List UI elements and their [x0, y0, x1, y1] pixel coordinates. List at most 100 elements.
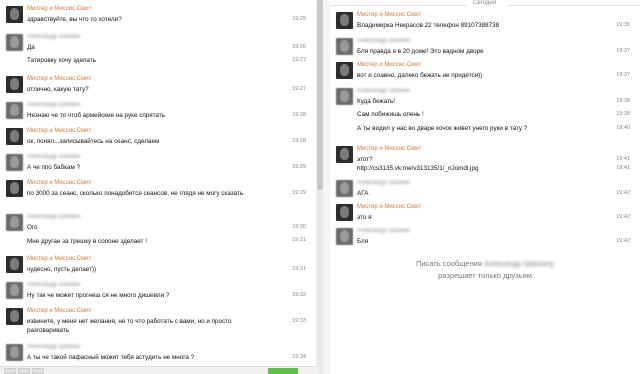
message-time: 19:27 [292, 86, 306, 92]
message-text: Владимирка Некрасов 22 телефон 891073887… [357, 22, 500, 29]
message-time: 19:42 [616, 190, 630, 196]
message-text: АГА [357, 190, 369, 197]
chat-message: Мистер и Миссис Смит этот? 19:41 http://… [330, 146, 640, 178]
chat-message: Александр Шапкин Ого 19:30 Мне друган за… [0, 214, 316, 248]
avatar[interactable] [6, 154, 23, 171]
message-time: 19:42 [616, 238, 630, 244]
chat-message: Мистер и Миссис Смит извините, у меня не… [0, 308, 316, 340]
message-time: 19:37 [616, 48, 630, 54]
message-text: Куда бежать! [357, 98, 395, 105]
message-time: 19:41 [616, 156, 630, 162]
message-author[interactable]: Александр Шапкин [357, 180, 410, 186]
avatar[interactable] [6, 344, 23, 361]
write-restriction-notice: Писать сообщения Александр Шапкину разре… [330, 258, 640, 282]
message-author[interactable]: Мистер и Миссис Смит [27, 6, 91, 12]
message-text: Да [27, 44, 35, 51]
avatar[interactable] [6, 256, 23, 273]
message-time: 19:31 [292, 237, 306, 243]
message-time: 19:29 [292, 164, 306, 170]
avatar[interactable] [6, 34, 23, 51]
scrollbar-thumb[interactable] [317, 0, 323, 190]
message-text: А ты видил у нас во дваре кочок живет ун… [357, 125, 528, 132]
avatar[interactable] [336, 88, 353, 105]
message-time: 19:31 [292, 266, 306, 272]
chat-message: Мистер и Миссис Смит Владимирка Некрасов… [330, 12, 640, 34]
message-author[interactable]: Мистер и Миссис Смит [27, 308, 91, 314]
avatar[interactable] [6, 180, 23, 197]
message-time: 19:33 [292, 318, 306, 324]
avatar[interactable] [336, 62, 353, 79]
message-author[interactable]: Александр Шапкин [357, 228, 410, 234]
message-input-bar[interactable] [0, 366, 316, 374]
avatar[interactable] [336, 204, 353, 221]
message-author[interactable]: Мистер и Миссис Смит [27, 256, 91, 262]
avatar[interactable] [6, 6, 23, 23]
emoji-tab[interactable] [18, 368, 30, 374]
message-time: 19:37 [616, 72, 630, 78]
right-chat-pane: Сегодня Мистер и Миссис Смит Владимирка … [330, 0, 640, 374]
chat-message: Александр Шапкин Да 19:26 Татировку хочу… [0, 34, 316, 68]
message-text: чудесно, пусть делает)) [27, 266, 97, 273]
message-text: это я [357, 214, 372, 221]
message-time: 19:30 [292, 224, 306, 230]
chat-message: Мистер и Миссис Смит ок, понял...записыв… [0, 128, 316, 150]
message-text: Татировку хочу зделать [27, 57, 96, 64]
chat-message: Александр Шапкин АГА 19:42 [330, 180, 640, 202]
avatar[interactable] [336, 180, 353, 197]
message-author[interactable]: Мистер и Миссис Смит [27, 128, 91, 134]
message-author[interactable]: Александр Шапкин [27, 34, 80, 40]
send-button[interactable] [268, 368, 298, 374]
avatar[interactable] [6, 76, 23, 93]
avatar[interactable] [336, 146, 353, 163]
attach-tab[interactable] [4, 368, 16, 374]
date-label: Сегодня [470, 0, 499, 6]
chat-message: Мистер и Миссис Смит по 3000 за сеанс, с… [0, 180, 316, 212]
message-text: Бля [357, 238, 369, 245]
message-text: А ты че такой пафасный можит тебя астуди… [27, 354, 195, 361]
message-author[interactable]: Александр Шапкин [27, 344, 80, 350]
avatar[interactable] [6, 128, 23, 145]
message-author[interactable]: Александр Шапкин [27, 282, 80, 288]
left-scrollbar[interactable] [317, 0, 323, 374]
message-author[interactable]: Мистер и Миссис Смит [357, 62, 421, 68]
message-author[interactable]: Александр Шапкин [27, 154, 80, 160]
message-author[interactable]: Мистер и Миссис Смит [357, 146, 421, 152]
message-text: Ого [27, 224, 38, 231]
chat-message: Александр Шапкин Ну так че может прогнеш… [0, 282, 316, 304]
chat-message: Мистер и Миссис Смит здравствуйте, вы чт… [0, 6, 316, 28]
message-text: А че ппо бабкам ? [27, 164, 81, 171]
message-time: 19:32 [292, 292, 306, 298]
avatar[interactable] [6, 214, 23, 231]
more-tab[interactable] [32, 368, 44, 374]
message-time: 19:40 [616, 125, 630, 131]
avatar[interactable] [336, 38, 353, 55]
avatar[interactable] [6, 102, 23, 119]
message-author[interactable]: Александр Шапкин [27, 214, 80, 220]
message-author[interactable]: Александр Шапкин [27, 102, 80, 108]
message-time: 19:28 [292, 112, 306, 118]
avatar[interactable] [6, 282, 23, 299]
message-time: 19:25 [292, 16, 306, 22]
message-time: 19:27 [292, 57, 306, 63]
link-text[interactable]: http://cs3135.vk.me/v313135/1/_nJomdl.jp… [357, 165, 478, 172]
message-author[interactable]: Мистер и Миссис Смит [27, 180, 91, 186]
message-author[interactable]: Мистер и Миссис Смит [27, 76, 91, 82]
notice-name[interactable]: Александр Шапкину [484, 259, 554, 268]
photo-link[interactable]: http://cs3135.vk.me/v313135/1/_nJomdl.jp… [357, 164, 478, 173]
avatar[interactable] [6, 308, 23, 325]
chat-message: Мистер и Миссис Смит отлично, какую тату… [0, 76, 316, 98]
chat-message: Александр Шапкин Незнаю че то чтоб армей… [0, 102, 316, 124]
avatar[interactable] [336, 12, 353, 29]
message-text: по 3000 за сеанс, сколько понадобится се… [27, 190, 244, 197]
message-author[interactable]: Мистер и Миссис Смит [357, 12, 421, 18]
chat-message: Мистер и Миссис Смит вот и славно, далек… [330, 62, 640, 84]
message-author[interactable]: Мистер и Миссис Смит [357, 204, 421, 210]
avatar[interactable] [336, 228, 353, 245]
left-chat-pane: Мистер и Миссис Смит здравствуйте, вы чт… [0, 0, 316, 374]
message-text: Мне друган за трешку в сопоне зделает ! [27, 238, 147, 245]
message-author[interactable]: Александр Шапкин [357, 88, 410, 94]
notice-suffix: разрешает только друзьям [438, 271, 532, 280]
message-text: вот и славно, далеко бежать не придется)… [357, 72, 483, 79]
message-text: отлично, какую тату? [27, 86, 89, 93]
message-author[interactable]: Александр Шапкин [357, 38, 410, 44]
